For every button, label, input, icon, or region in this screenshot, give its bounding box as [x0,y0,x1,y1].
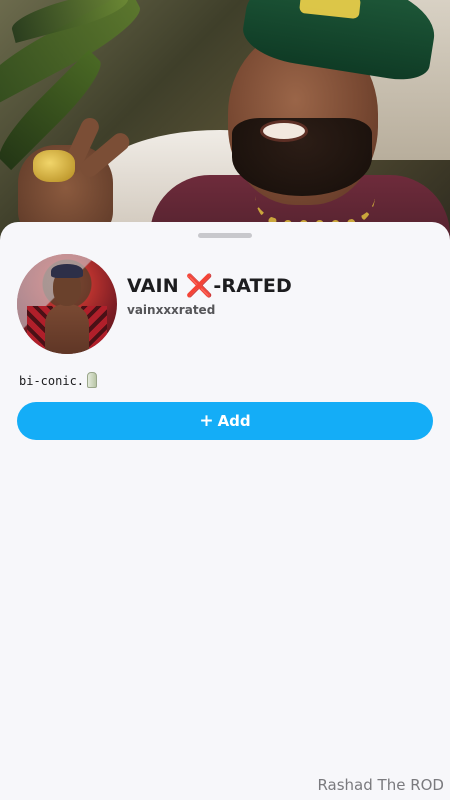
cover-mouth [260,120,308,142]
display-name: VAIN ❌-RATED [127,274,292,299]
username: vainxxxrated [127,303,216,317]
display-name-prefix: VAIN [127,275,186,297]
profile-sheet[interactable]: VAIN ❌-RATED vainxxxrated bi-conic. + Ad… [0,222,450,800]
bio: bi-conic. [19,372,98,388]
crystal-icon [87,372,98,388]
avatar[interactable] [17,254,117,354]
add-button-label: Add [217,412,251,430]
profile-screen: VAIN ❌-RATED vainxxxrated bi-conic. + Ad… [0,0,450,800]
avatar-body [45,304,89,354]
cover-ring [33,150,75,182]
avatar-cap [51,264,83,278]
add-button[interactable]: + Add [17,402,433,440]
display-name-suffix: -RATED [213,275,292,297]
sheet-grab-handle[interactable] [198,233,252,238]
watermark: Rashad The ROD [317,776,444,794]
cross-mark-icon: ❌ [185,274,214,299]
cover-photo [0,0,450,240]
plus-icon: + [199,410,214,431]
bio-text: bi-conic. [19,374,85,388]
